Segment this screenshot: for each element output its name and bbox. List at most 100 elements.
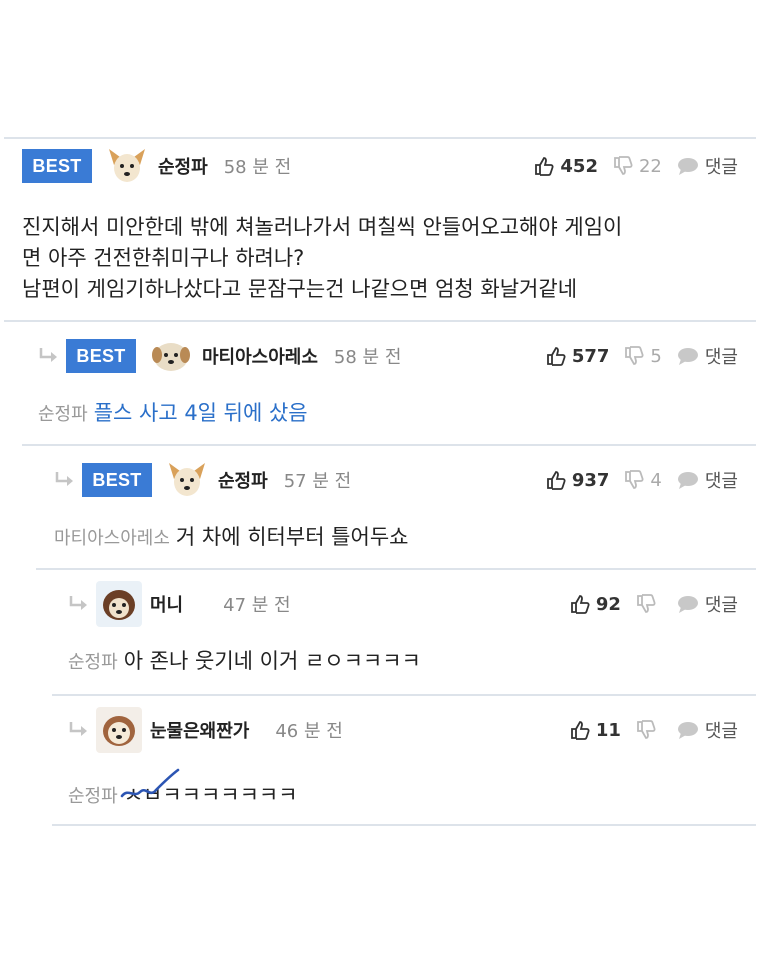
author-name[interactable]: 순정파 <box>158 153 208 179</box>
like-count: 937 <box>571 469 610 491</box>
like-button[interactable]: 92 <box>569 593 621 615</box>
dog-avatar-icon[interactable] <box>96 581 142 627</box>
reply-button[interactable]: 댓글 <box>676 153 738 179</box>
speech-bubble-icon <box>677 722 698 739</box>
like-button[interactable]: 577 <box>545 345 610 367</box>
thumbs-down-icon <box>625 470 644 489</box>
comment-stats: 11 댓글 <box>555 712 738 748</box>
speech-bubble-icon <box>677 348 698 365</box>
dog-avatar-icon[interactable] <box>164 457 210 503</box>
dislike-count: 4 <box>650 469 662 491</box>
comment-meta: BEST 마티아스아레소 58 분 전 <box>38 333 402 379</box>
timestamp: 47 분 전 <box>223 595 291 616</box>
mention[interactable]: 순정파 <box>68 786 118 807</box>
reply-button[interactable]: 댓글 <box>676 717 738 743</box>
dog-avatar-icon[interactable] <box>148 333 194 379</box>
speech-bubble-icon <box>677 472 698 489</box>
reply-label: 댓글 <box>704 157 738 178</box>
reply-button[interactable]: 댓글 <box>676 467 738 493</box>
like-count: 577 <box>571 345 610 367</box>
thumbs-up-icon <box>546 347 566 366</box>
comment-body: 진지해서 미안한데 밖에 쳐놀러나가서 며칠씩 안들어오고해야 게임이 면 아주… <box>22 212 738 305</box>
divider <box>22 444 756 446</box>
best-badge: BEST <box>22 149 92 183</box>
comment-meta: BEST 순정파 57 분 전 <box>54 457 352 503</box>
comment-line: 진지해서 미안한데 밖에 쳐놀러나가서 며칠씩 안들어오고해야 게임이 <box>22 215 623 239</box>
reply-button[interactable]: 댓글 <box>676 343 738 369</box>
timestamp: 46 분 전 <box>275 721 343 742</box>
timestamp: 57 분 전 <box>283 471 352 492</box>
speech-bubble-icon <box>677 158 698 175</box>
reply-arrow-icon <box>69 596 87 610</box>
timestamp: 58 분 전 <box>333 347 402 368</box>
comment-text-wrap: ㅅㅂㅋㅋㅋㅋㅋㅋㅋ <box>120 768 298 811</box>
thumbs-up-icon <box>570 721 590 740</box>
comment-stats: 577 5 댓글 <box>531 338 738 374</box>
comment-text: 아 존나 웃기네 이거 ㄹㅇㅋㅋㅋㅋ <box>123 649 421 673</box>
speech-bubble-icon <box>677 596 698 613</box>
comment-meta: 머니 47 분 전 <box>68 581 291 627</box>
reply-label: 댓글 <box>704 595 738 616</box>
dislike-button[interactable] <box>635 719 662 741</box>
divider <box>4 320 756 322</box>
thumbs-down-icon <box>614 156 633 175</box>
comment-line: 면 아주 건전한취미구나 하려나? <box>22 246 305 270</box>
best-badge: BEST <box>82 463 152 497</box>
dog-avatar-icon[interactable] <box>96 707 142 753</box>
comment-2: BEST 마티아스아레소 58 분 전 577 5 댓글 순정파 플스 사고 4… <box>38 333 738 436</box>
thumbs-up-icon <box>570 595 590 614</box>
like-button[interactable]: 11 <box>569 719 621 741</box>
comment-meta: 눈물은왜짠가 46 분 전 <box>68 707 343 753</box>
dislike-button[interactable]: 22 <box>612 155 662 177</box>
dislike-button[interactable] <box>635 593 662 615</box>
comment-thread: BEST 순정파 58 분 전 452 22 댓글 진지해서 미안한데 밖에 쳐… <box>0 0 768 958</box>
comment-5: 눈물은왜짠가 46 분 전 11 댓글 순정파 ㅅㅂㅋㅋㅋㅋㅋㅋㅋ <box>68 707 738 820</box>
comment-line: 남편이 게임기하나샀다고 문잠구는건 나같으면 엄청 화날거같네 <box>22 277 578 301</box>
like-button[interactable]: 452 <box>533 155 598 177</box>
handwritten-scribble <box>120 768 179 798</box>
thumbs-up-icon <box>535 157 554 176</box>
thumbs-down-icon <box>636 594 656 613</box>
like-count: 452 <box>560 155 598 177</box>
comment-stats: 937 4 댓글 <box>531 462 738 498</box>
reply-button[interactable]: 댓글 <box>676 591 738 617</box>
author-name[interactable]: 마티아스아레소 <box>202 343 318 369</box>
dislike-button[interactable]: 5 <box>623 345 662 367</box>
comment-body: 순정파 ㅅㅂㅋㅋㅋㅋㅋㅋㅋ <box>68 768 298 812</box>
divider <box>36 568 756 570</box>
comment-body: 순정파 플스 사고 4일 뒤에 샀음 <box>38 398 308 430</box>
timestamp: 58 분 전 <box>223 157 292 178</box>
dislike-button[interactable]: 4 <box>623 469 662 491</box>
comment-text: 플스 사고 4일 뒤에 샀음 <box>93 401 308 425</box>
like-button[interactable]: 937 <box>545 469 610 491</box>
reply-label: 댓글 <box>704 471 738 492</box>
mention[interactable]: 마티아스아레소 <box>54 528 170 549</box>
reply-arrow-icon <box>69 722 87 736</box>
author-name[interactable]: 눈물은왜짠가 <box>150 717 249 743</box>
author-name[interactable]: 머니 <box>150 591 183 617</box>
comment-4: 머니 47 분 전 92 댓글 순정파 아 존나 웃기네 이거 ㄹㅇㅋㅋㅋㅋ <box>68 581 738 684</box>
reply-arrow-icon <box>55 472 73 486</box>
mention[interactable]: 순정파 <box>68 652 118 673</box>
like-count: 11 <box>595 719 621 741</box>
comment-1: BEST 순정파 58 분 전 452 22 댓글 진지해서 미안한데 밖에 쳐… <box>22 143 738 321</box>
reply-label: 댓글 <box>704 721 738 742</box>
comment-3: BEST 순정파 57 분 전 937 4 댓글 마티아스아레소 거 차에 히터… <box>54 457 738 560</box>
reply-arrow-icon <box>39 348 57 362</box>
mention[interactable]: 순정파 <box>38 404 88 425</box>
comment-stats: 452 22 댓글 <box>519 148 738 184</box>
thumbs-down-icon <box>636 720 656 739</box>
dog-avatar-icon[interactable] <box>104 143 150 189</box>
divider <box>4 137 756 139</box>
comment-stats: 92 댓글 <box>555 586 738 622</box>
divider <box>52 824 756 826</box>
comment-body: 마티아스아레소 거 차에 히터부터 틀어두쇼 <box>54 522 408 554</box>
best-badge: BEST <box>66 339 136 373</box>
like-count: 92 <box>595 593 621 615</box>
thumbs-up-icon <box>546 471 566 490</box>
dislike-count: 5 <box>650 345 662 367</box>
divider <box>52 694 756 696</box>
dislike-count: 22 <box>638 155 662 177</box>
author-name[interactable]: 순정파 <box>218 467 268 493</box>
comment-body: 순정파 아 존나 웃기네 이거 ㄹㅇㅋㅋㅋㅋ <box>68 646 421 678</box>
